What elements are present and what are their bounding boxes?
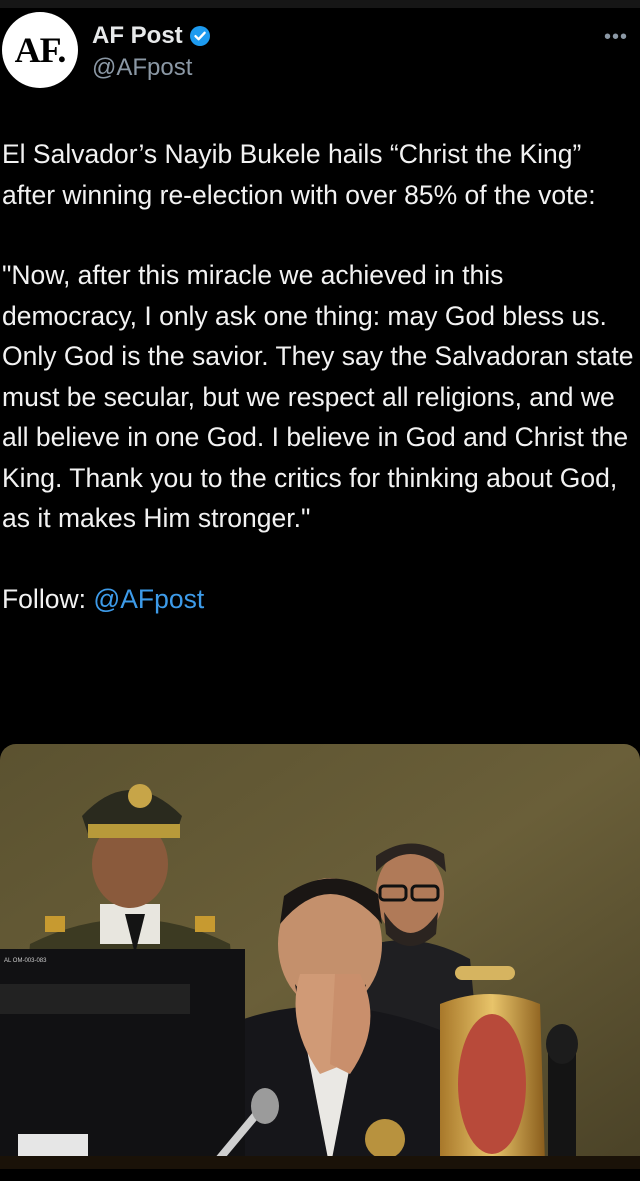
- tweet-photo[interactable]: AL OM-003-083: [0, 744, 640, 1169]
- avatar-logo-text: AF.: [14, 30, 67, 70]
- author-name-row[interactable]: AF Post: [92, 22, 211, 50]
- gold-ornament-object: [365, 1119, 405, 1159]
- top-bar: [0, 0, 640, 8]
- follow-mention-link[interactable]: @AFpost: [93, 584, 204, 614]
- monitor-object: AL OM-003-083: [0, 949, 245, 1169]
- tweet-paragraph-headline: El Salvador’s Nayib Bukele hails “Christ…: [2, 139, 596, 210]
- author-handle[interactable]: @AFpost: [92, 54, 192, 82]
- display-name[interactable]: AF Post: [92, 22, 183, 50]
- avatar[interactable]: AF.: [2, 12, 78, 88]
- follow-line: Follow: @AFpost: [2, 579, 638, 620]
- verified-badge-icon: [189, 25, 211, 47]
- follow-label: Follow:: [2, 583, 86, 614]
- monitor-sticker-text: AL OM-003-083: [4, 958, 47, 964]
- tweet-paragraph-quote: "Now, after this miracle we achieved in …: [2, 260, 634, 533]
- more-options-icon[interactable]: •••: [604, 26, 628, 49]
- desk-edge: [0, 1156, 640, 1169]
- tweet-text: El Salvador’s Nayib Bukele hails “Christ…: [2, 134, 638, 619]
